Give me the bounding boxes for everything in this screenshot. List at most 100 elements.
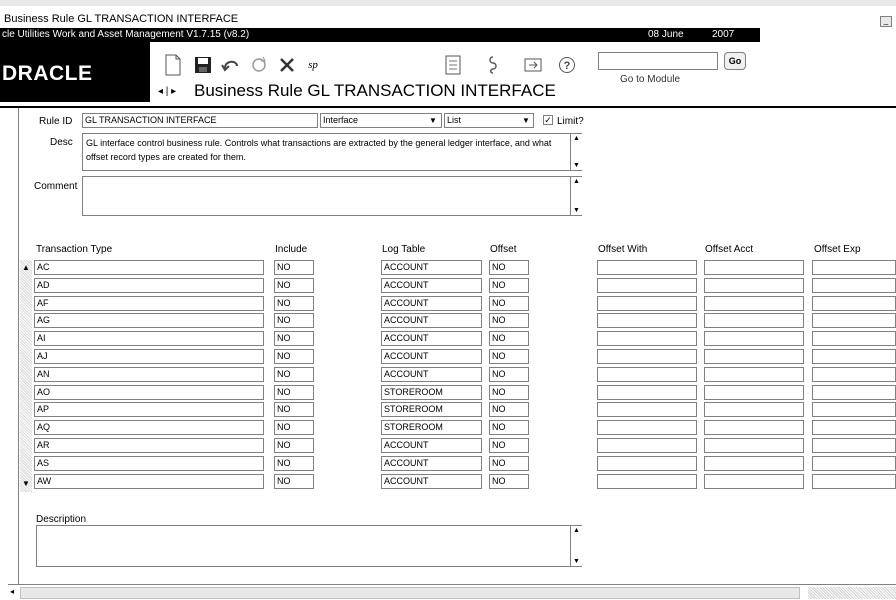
- cell-offset-exp[interactable]: [812, 313, 896, 329]
- cell-offset-acct[interactable]: [704, 295, 804, 311]
- horizontal-scrollbar[interactable]: ◂: [8, 584, 896, 600]
- category-dropdown-icon[interactable]: ▼: [429, 116, 437, 125]
- cell-offset-with[interactable]: [597, 402, 697, 418]
- cell-log-table[interactable]: STOREROOM: [381, 402, 482, 418]
- cell-offset-exp[interactable]: [812, 455, 896, 471]
- cell-offset-acct[interactable]: [704, 277, 804, 293]
- horizontal-scroll-thumb[interactable]: [20, 587, 800, 599]
- cell-offset-acct[interactable]: [704, 438, 804, 453]
- comment-scroll-down-icon[interactable]: ▼: [573, 207, 580, 214]
- cell-offset-with[interactable]: [597, 366, 697, 382]
- cell-transaction-type[interactable]: AR: [34, 438, 264, 453]
- cell-transaction-type[interactable]: AJ: [34, 349, 264, 364]
- cell-offset-exp[interactable]: [812, 260, 896, 275]
- desc-scroll-down-icon[interactable]: ▼: [573, 162, 580, 169]
- type-select[interactable]: List: [444, 113, 534, 128]
- description-scrollbar[interactable]: ▲ ▼: [570, 526, 582, 566]
- cell-offset-acct[interactable]: [704, 473, 804, 489]
- cell-offset-acct[interactable]: [704, 331, 804, 347]
- attachment-icon[interactable]: [480, 52, 506, 78]
- cell-include[interactable]: NO: [274, 420, 314, 436]
- cell-log-table[interactable]: ACCOUNT: [381, 331, 482, 347]
- cell-include[interactable]: NO: [274, 366, 314, 382]
- comment-scrollbar[interactable]: ▲ ▼: [570, 177, 582, 215]
- cell-transaction-type[interactable]: AW: [34, 473, 264, 489]
- desc-scroll-up-icon[interactable]: ▲: [573, 135, 580, 142]
- description-scroll-up-icon[interactable]: ▲: [573, 527, 580, 534]
- go-to-module-input[interactable]: [598, 52, 718, 70]
- cell-offset[interactable]: NO: [489, 384, 529, 400]
- cell-offset[interactable]: NO: [489, 420, 529, 436]
- cell-include[interactable]: NO: [274, 260, 314, 275]
- cell-offset-exp[interactable]: [812, 349, 896, 364]
- cell-offset[interactable]: NO: [489, 366, 529, 382]
- delete-icon[interactable]: [274, 52, 300, 78]
- cell-log-table[interactable]: ACCOUNT: [381, 438, 482, 453]
- cell-offset[interactable]: NO: [489, 438, 529, 453]
- category-select[interactable]: Interface: [320, 113, 442, 128]
- limit-checkbox[interactable]: ✓: [543, 115, 553, 125]
- cell-offset-with[interactable]: [597, 349, 697, 364]
- cell-transaction-type[interactable]: AD: [34, 277, 264, 293]
- minimize-button[interactable]: _: [880, 16, 892, 27]
- cell-offset[interactable]: NO: [489, 455, 529, 471]
- cell-include[interactable]: NO: [274, 313, 314, 329]
- new-record-icon[interactable]: [160, 52, 186, 78]
- workflow-icon[interactable]: [520, 52, 546, 78]
- cell-offset-exp[interactable]: [812, 331, 896, 347]
- cell-offset[interactable]: NO: [489, 260, 529, 275]
- cell-log-table[interactable]: ACCOUNT: [381, 455, 482, 471]
- cell-offset-with[interactable]: [597, 384, 697, 400]
- cell-include[interactable]: NO: [274, 384, 314, 400]
- cell-include[interactable]: NO: [274, 295, 314, 311]
- description-textarea[interactable]: [36, 525, 582, 567]
- grid-scroll-down-icon[interactable]: ▼: [22, 479, 30, 488]
- cell-offset-acct[interactable]: [704, 313, 804, 329]
- cell-log-table[interactable]: ACCOUNT: [381, 473, 482, 489]
- cell-offset-exp[interactable]: [812, 438, 896, 453]
- type-dropdown-icon[interactable]: ▼: [522, 116, 530, 125]
- cell-offset-acct[interactable]: [704, 260, 804, 275]
- cell-transaction-type[interactable]: AC: [34, 260, 264, 275]
- cell-log-table[interactable]: ACCOUNT: [381, 366, 482, 382]
- cell-log-table[interactable]: ACCOUNT: [381, 295, 482, 311]
- cell-include[interactable]: NO: [274, 331, 314, 347]
- cell-offset-acct[interactable]: [704, 384, 804, 400]
- cell-transaction-type[interactable]: AN: [34, 366, 264, 382]
- grid-scroll-up-icon[interactable]: ▲: [22, 263, 30, 272]
- refresh-icon[interactable]: [246, 52, 272, 78]
- cell-offset-exp[interactable]: [812, 402, 896, 418]
- cell-offset-with[interactable]: [597, 260, 697, 275]
- cell-log-table[interactable]: ACCOUNT: [381, 349, 482, 364]
- go-button[interactable]: Go: [724, 52, 746, 70]
- cell-offset[interactable]: NO: [489, 277, 529, 293]
- cell-offset-acct[interactable]: [704, 366, 804, 382]
- cell-offset-with[interactable]: [597, 295, 697, 311]
- scroll-left-icon[interactable]: ◂: [10, 587, 14, 596]
- cell-log-table[interactable]: STOREROOM: [381, 384, 482, 400]
- comment-textarea[interactable]: [82, 176, 582, 216]
- cell-offset-with[interactable]: [597, 455, 697, 471]
- cell-offset[interactable]: NO: [489, 313, 529, 329]
- cell-offset-with[interactable]: [597, 473, 697, 489]
- cell-offset-acct[interactable]: [704, 349, 804, 364]
- cell-log-table[interactable]: ACCOUNT: [381, 260, 482, 275]
- cell-offset[interactable]: NO: [489, 473, 529, 489]
- cell-offset[interactable]: NO: [489, 331, 529, 347]
- cell-offset-acct[interactable]: [704, 455, 804, 471]
- cell-offset-exp[interactable]: [812, 420, 896, 436]
- cell-log-table[interactable]: STOREROOM: [381, 420, 482, 436]
- cell-offset-acct[interactable]: [704, 420, 804, 436]
- cell-include[interactable]: NO: [274, 473, 314, 489]
- undo-icon[interactable]: [218, 52, 244, 78]
- report-icon[interactable]: [440, 52, 466, 78]
- cell-include[interactable]: NO: [274, 402, 314, 418]
- cell-offset-exp[interactable]: [812, 366, 896, 382]
- cell-offset[interactable]: NO: [489, 349, 529, 364]
- cell-transaction-type[interactable]: AG: [34, 313, 264, 329]
- cell-offset-exp[interactable]: [812, 473, 896, 489]
- cell-offset[interactable]: NO: [489, 295, 529, 311]
- desc-textarea[interactable]: GL interface control business rule. Cont…: [82, 133, 582, 171]
- cell-offset-with[interactable]: [597, 420, 697, 436]
- cell-transaction-type[interactable]: AQ: [34, 420, 264, 436]
